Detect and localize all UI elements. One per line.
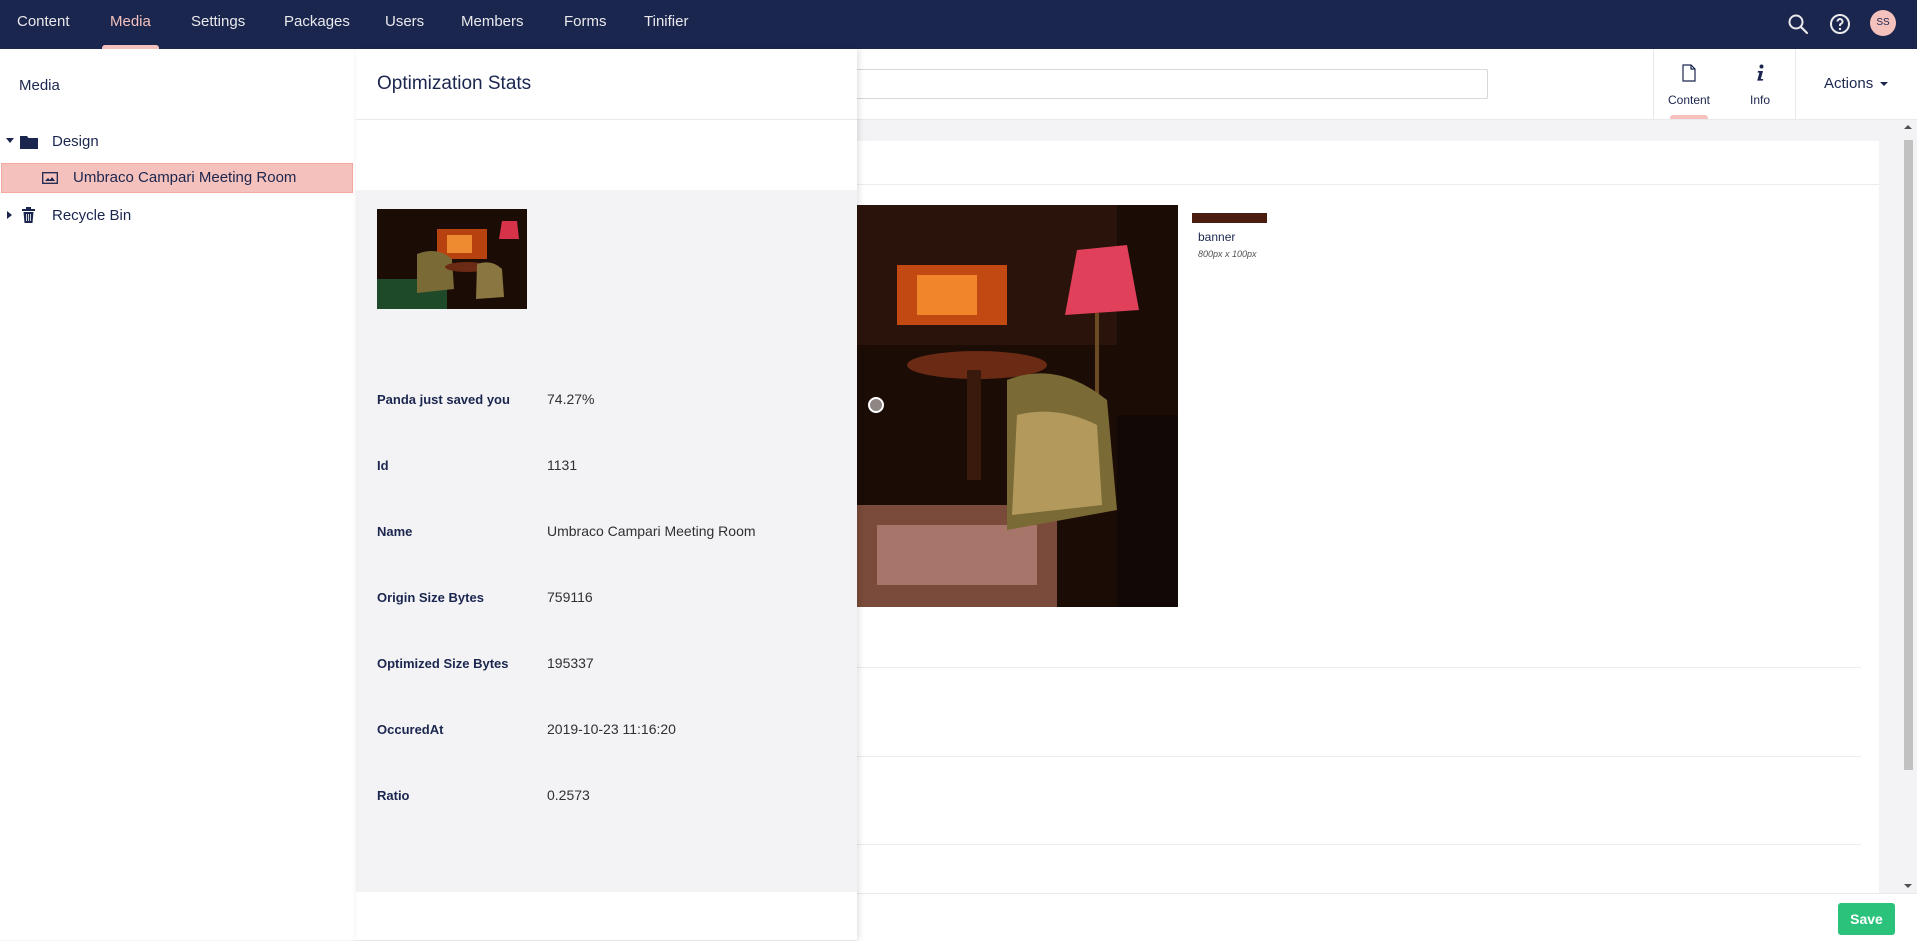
media-tree: Media Design Umbraco Campari Meeting Roo… <box>0 49 357 940</box>
info-icon <box>1757 64 1764 81</box>
scroll-up-icon <box>1904 125 1912 129</box>
save-button[interactable]: Save <box>1838 903 1895 935</box>
divider <box>857 184 1879 185</box>
content-app-indicator <box>1670 115 1708 119</box>
tree-item-design[interactable]: Design <box>0 127 356 157</box>
banner-crop-thumbnail[interactable] <box>1192 213 1267 223</box>
search-icon[interactable] <box>1786 12 1810 36</box>
crop-size: 800px x 100px <box>1198 249 1257 259</box>
media-image-preview[interactable] <box>857 205 1178 607</box>
user-avatar[interactable]: SS <box>1870 10 1896 36</box>
nav-media[interactable]: Media <box>102 0 159 49</box>
stat-label-origin-size: Origin Size Bytes <box>377 590 484 605</box>
info-app-label: Info <box>1749 93 1770 107</box>
actions-menu-button[interactable]: Actions <box>1824 75 1889 92</box>
top-navigation: Content Media Settings Packages Users Me… <box>0 0 1917 49</box>
tree-item-label: Recycle Bin <box>52 207 132 224</box>
stat-label-occured-at: OccuredAt <box>377 722 444 737</box>
stat-value-optimized-size: 195337 <box>547 655 594 671</box>
nav-members[interactable]: Members <box>461 0 524 49</box>
stat-value-name: Umbraco Campari Meeting Room <box>547 523 756 539</box>
overlay-body: Panda just saved you 74.27% Id 1131 Name… <box>356 190 857 892</box>
nav-settings[interactable]: Settings <box>191 0 245 49</box>
divider <box>857 844 1861 845</box>
nav-forms[interactable]: Forms <box>564 0 607 49</box>
content-app-button[interactable]: Content <box>1654 49 1724 119</box>
stat-label-saved: Panda just saved you <box>377 392 510 407</box>
media-thumbnail <box>377 209 527 309</box>
tree-item-umbraco-campari-meeting-room[interactable]: Umbraco Campari Meeting Room <box>1 163 353 193</box>
nav-content[interactable]: Content <box>17 0 70 49</box>
nav-content-label: Content <box>17 13 70 30</box>
caret-down-icon <box>1880 82 1889 87</box>
nav-tinifier[interactable]: Tinifier <box>644 0 688 49</box>
tree-section-title: Media <box>19 77 60 94</box>
help-icon[interactable] <box>1828 12 1852 36</box>
divider <box>1653 49 1654 119</box>
stat-value-saved: 74.27% <box>547 391 595 407</box>
optimization-stats-overlay: Optimization Stats Panda just saved you … <box>356 49 857 940</box>
nav-users[interactable]: Users <box>385 0 424 49</box>
stat-label-ratio: Ratio <box>377 788 410 803</box>
divider <box>857 667 1861 668</box>
nav-tinifier-label: Tinifier <box>644 13 689 30</box>
media-name-input[interactable] <box>837 69 1488 99</box>
nav-members-label: Members <box>461 13 524 30</box>
overlay-title: Optimization Stats <box>377 73 532 94</box>
overlay-header: Optimization Stats <box>356 49 857 120</box>
crop-name: banner <box>1198 230 1236 244</box>
document-icon <box>1682 64 1696 82</box>
scrollbar-thumb[interactable] <box>1904 140 1913 770</box>
nav-packages-label: Packages <box>284 13 350 30</box>
stat-value-id: 1131 <box>547 457 578 473</box>
nav-media-label: Media <box>110 13 151 30</box>
stat-value-occured-at: 2019-10-23 11:16:20 <box>547 721 676 737</box>
stat-value-ratio: 0.2573 <box>547 787 590 803</box>
editor-header: Content Info Actions <box>837 49 1917 120</box>
stat-label-name: Name <box>377 524 413 539</box>
tree-item-recycle-bin[interactable]: Recycle Bin <box>0 201 356 231</box>
divider <box>857 756 1861 757</box>
info-app-button[interactable]: Info <box>1725 49 1795 119</box>
focal-point-handle[interactable] <box>868 397 884 413</box>
nav-forms-label: Forms <box>564 13 607 30</box>
trash-icon <box>22 207 35 223</box>
folder-icon <box>20 136 38 149</box>
nav-users-label: Users <box>385 13 425 30</box>
stat-label-optimized-size: Optimized Size Bytes <box>377 656 509 671</box>
content-app-label: Content <box>1667 93 1711 107</box>
stat-value-origin-size: 759116 <box>547 589 593 605</box>
caret-down-icon[interactable] <box>6 138 14 143</box>
divider <box>1795 49 1796 119</box>
tree-item-label: Design <box>52 133 99 150</box>
nav-settings-label: Settings <box>191 13 246 30</box>
scroll-down-icon <box>1904 884 1912 888</box>
nav-packages[interactable]: Packages <box>284 0 350 49</box>
tree-item-label: Umbraco Campari Meeting Room <box>73 169 297 186</box>
image-icon <box>42 172 58 184</box>
actions-label: Actions <box>1824 75 1874 92</box>
caret-right-icon[interactable] <box>7 211 12 219</box>
editor-footer: Save <box>857 893 1917 941</box>
stat-label-id: Id <box>377 458 389 473</box>
